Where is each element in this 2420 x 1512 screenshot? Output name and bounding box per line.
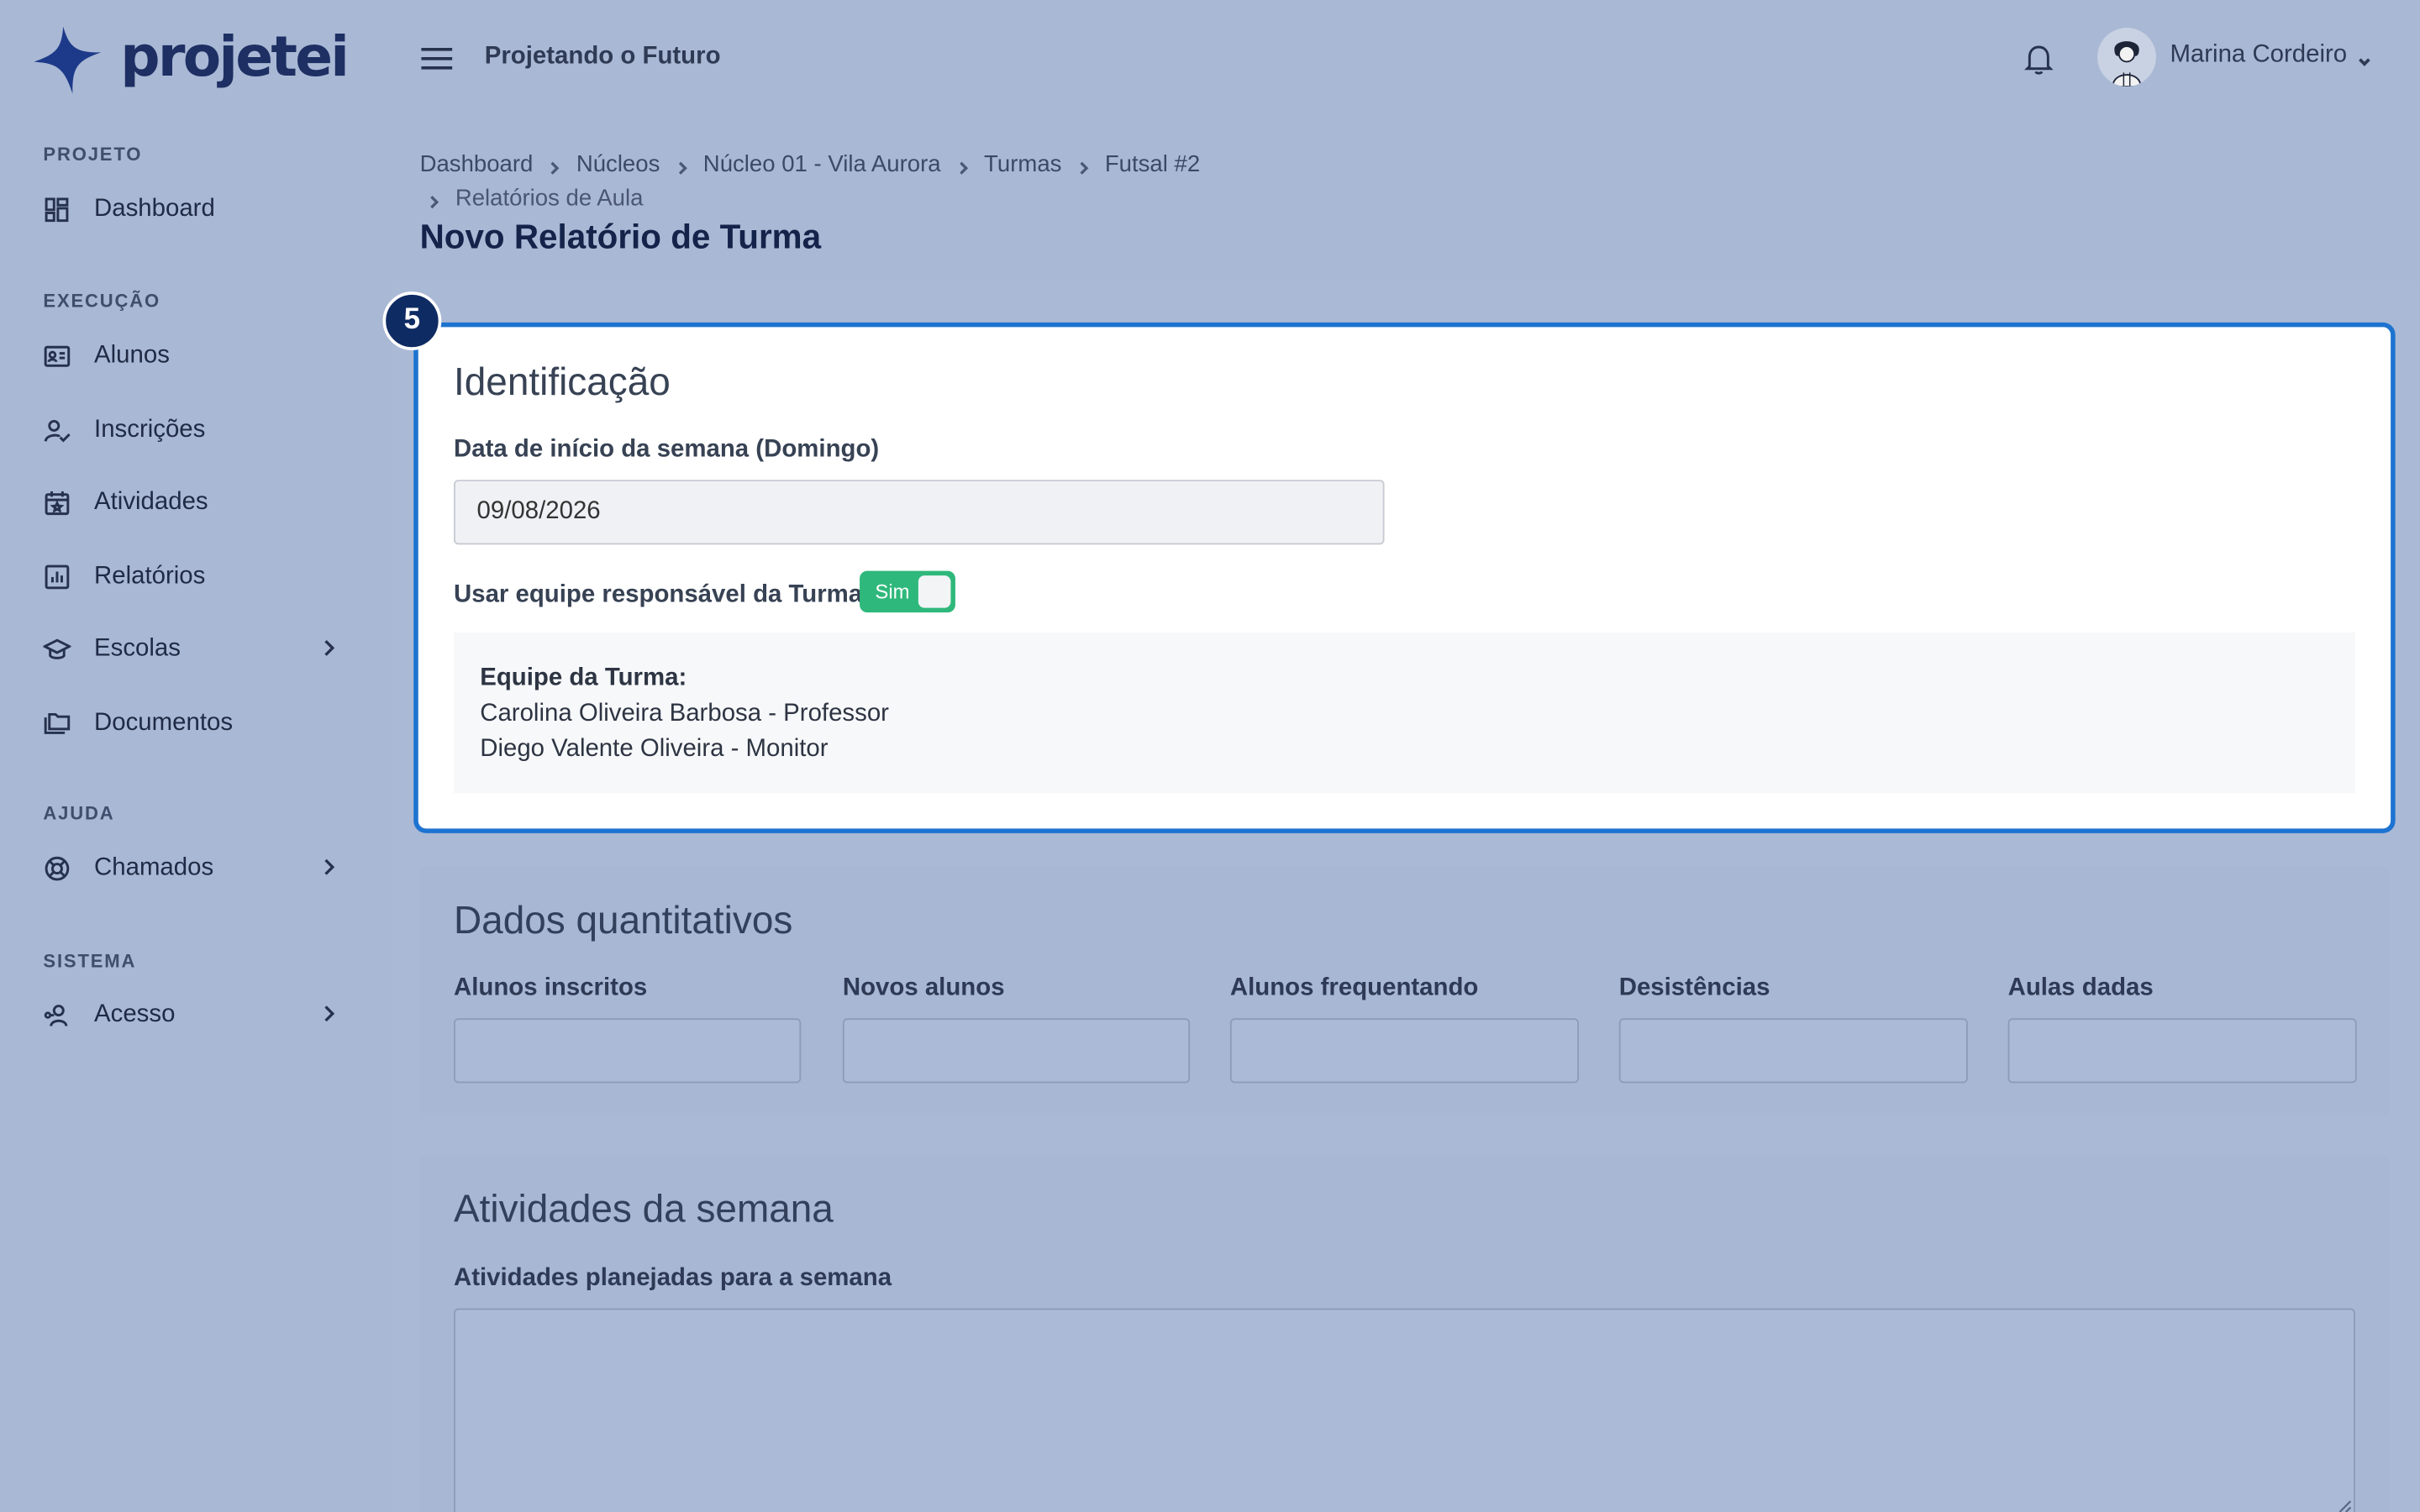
chevron-right-icon bbox=[318, 856, 339, 878]
sidebar-item-label: Dashboard bbox=[94, 196, 215, 223]
sidebar-item-label: Chamados bbox=[94, 854, 214, 881]
id-card-icon bbox=[43, 343, 71, 370]
sidebar-item-relatorios[interactable]: Relatórios bbox=[43, 554, 345, 600]
field-label: Alunos inscritos bbox=[454, 974, 648, 1002]
chevron-right-icon bbox=[318, 638, 339, 659]
chevron-right-icon bbox=[318, 1003, 339, 1025]
sidebar-item-label: Escolas bbox=[94, 635, 181, 662]
sidebar-item-label: Atividades bbox=[94, 489, 208, 516]
content-header bbox=[392, 117, 2420, 287]
breadcrumb-relatorios: Relatórios de Aula bbox=[455, 184, 644, 211]
project-name: Projetando o Futuro bbox=[484, 43, 721, 70]
chevron-right-icon bbox=[1076, 156, 1091, 175]
sidebar-item-label: Relatórios bbox=[94, 563, 206, 590]
section-sistema: SISTEMA bbox=[43, 950, 137, 973]
sidebar-item-chamados[interactable]: Chamados bbox=[43, 846, 345, 892]
breadcrumb-nucleo[interactable]: Núcleo 01 - Vila Aurora bbox=[703, 150, 941, 176]
brand-name: projetei bbox=[120, 25, 350, 89]
sidebar-item-label: Documentos bbox=[94, 709, 234, 737]
use-team-toggle[interactable]: Sim bbox=[860, 570, 955, 613]
chevron-right-icon bbox=[426, 190, 441, 209]
sidebar-item-documentos[interactable]: Documentos bbox=[43, 701, 345, 747]
date-label: Data de início da semana (Domingo) bbox=[454, 436, 880, 464]
top-header: Projetando o Futuro Marina Cordeiro bbox=[392, 0, 2420, 118]
logo[interactable]: projetei bbox=[31, 22, 355, 99]
atividades-planejadas-textarea[interactable] bbox=[454, 1308, 2355, 1512]
avatar[interactable] bbox=[2097, 28, 2156, 87]
calendar-star-icon bbox=[43, 489, 71, 517]
chevron-right-icon bbox=[955, 156, 970, 175]
folders-icon bbox=[43, 710, 71, 738]
section-execucao: EXECUÇÃO bbox=[43, 290, 161, 312]
breadcrumb-turmas[interactable]: Turmas bbox=[984, 150, 1061, 176]
alunos-frequentando-input[interactable] bbox=[1229, 1018, 1579, 1084]
user-check-icon bbox=[43, 417, 71, 444]
sidebar-item-inscricoes[interactable]: Inscrições bbox=[43, 407, 345, 454]
sidebar-item-label: Inscrições bbox=[94, 416, 206, 444]
user-key-icon bbox=[43, 1001, 71, 1029]
breadcrumb-nucleos[interactable]: Núcleos bbox=[576, 150, 660, 176]
dashboard-icon bbox=[43, 196, 71, 223]
toggle-text: Sim bbox=[875, 580, 910, 604]
novos-alunos-input[interactable] bbox=[842, 1018, 1191, 1084]
field-label: Alunos frequentando bbox=[1229, 974, 1479, 1002]
section-projeto: PROJETO bbox=[43, 143, 143, 165]
sidebar: projetei PROJETO Dashboard EXECUÇÃO Alun… bbox=[0, 0, 392, 1512]
sidebar-item-acesso[interactable]: Acesso bbox=[43, 992, 345, 1038]
breadcrumb: Dashboard Núcleos Núcleo 01 - Vila Auror… bbox=[420, 148, 1201, 179]
sidebar-item-dashboard[interactable]: Dashboard bbox=[43, 186, 345, 233]
team-member: Diego Valente Oliveira - Monitor bbox=[480, 736, 829, 763]
field-label: Novos alunos bbox=[842, 974, 1005, 1002]
team-member: Carolina Oliveira Barbosa - Professor bbox=[480, 700, 889, 727]
week-start-date-input[interactable]: 09/08/2026 bbox=[454, 480, 1385, 545]
toggle-knob bbox=[918, 575, 951, 608]
field-label: Desistências bbox=[1618, 974, 1770, 1002]
team-title: Equipe da Turma: bbox=[480, 664, 687, 691]
toggle-label: Usar equipe responsável da Turma bbox=[454, 581, 863, 608]
chart-icon bbox=[43, 563, 71, 591]
sidebar-item-label: Acesso bbox=[94, 1001, 176, 1028]
desistencias-input[interactable] bbox=[1618, 1018, 1968, 1084]
breadcrumb-row-2: Relatórios de Aula bbox=[420, 182, 644, 213]
page-title: Novo Relatório de Turma bbox=[419, 217, 822, 256]
sidebar-item-label: Alunos bbox=[94, 342, 170, 369]
step-badge: 5 bbox=[382, 291, 442, 350]
chevron-down-icon[interactable] bbox=[2357, 50, 2372, 66]
sidebar-item-escolas[interactable]: Escolas bbox=[43, 627, 345, 673]
menu-icon[interactable] bbox=[420, 43, 454, 74]
sidebar-item-atividades[interactable]: Atividades bbox=[43, 480, 345, 526]
breadcrumb-dashboard[interactable]: Dashboard bbox=[420, 150, 534, 176]
chevron-right-icon bbox=[674, 156, 689, 175]
graduation-cap-icon bbox=[43, 636, 71, 664]
chevron-right-icon bbox=[547, 156, 562, 175]
bell-icon[interactable] bbox=[2022, 42, 2055, 76]
breadcrumb-futsal[interactable]: Futsal #2 bbox=[1105, 150, 1200, 176]
resize-handle-icon[interactable] bbox=[2337, 1494, 2352, 1512]
section-ajuda: AJUDA bbox=[43, 802, 115, 824]
star-logo-icon bbox=[34, 26, 102, 94]
quantitativos-title: Dados quantitativos bbox=[454, 899, 793, 943]
user-name[interactable]: Marina Cordeiro bbox=[2170, 42, 2347, 70]
field-label: Atividades planejadas para a semana bbox=[454, 1265, 892, 1292]
lifebuoy-icon bbox=[43, 855, 71, 883]
field-label: Aulas dadas bbox=[2007, 974, 2154, 1002]
aulas-dadas-input[interactable] bbox=[2007, 1018, 2357, 1084]
alunos-inscritos-input[interactable] bbox=[454, 1018, 802, 1084]
atividades-title: Atividades da semana bbox=[454, 1188, 834, 1231]
identificacao-title: Identificação bbox=[454, 360, 671, 405]
sidebar-item-alunos[interactable]: Alunos bbox=[43, 333, 345, 380]
